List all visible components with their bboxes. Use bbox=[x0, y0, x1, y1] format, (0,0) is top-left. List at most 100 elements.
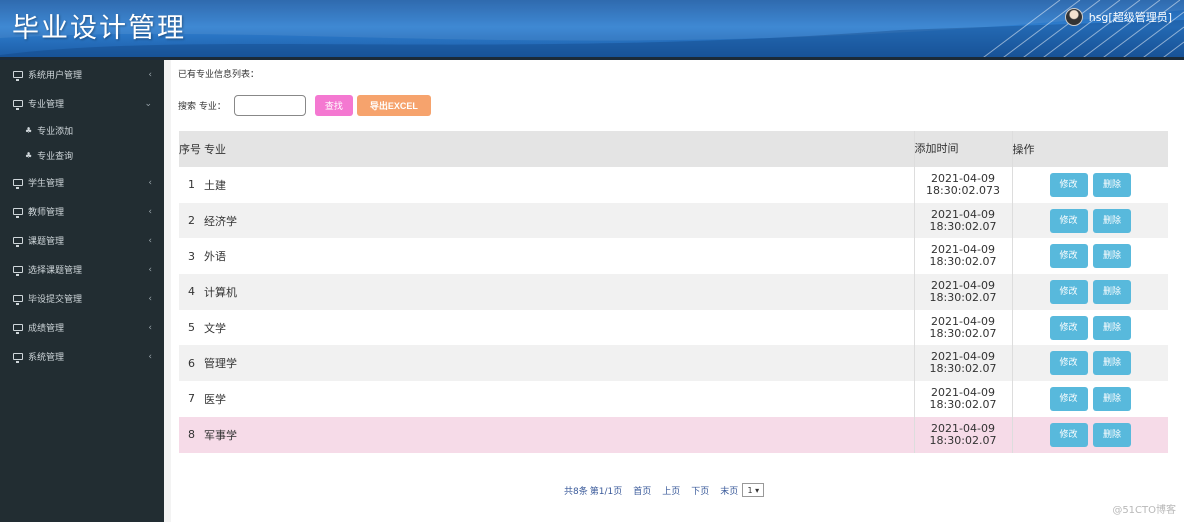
sidebar-item-submissions[interactable]: 毕设提交管理 ‹ bbox=[0, 284, 164, 313]
delete-button[interactable]: 删除 bbox=[1093, 386, 1131, 411]
row-added-time: 2021-04-09 18:30:02.07 bbox=[913, 238, 1012, 275]
row-added-time: 2021-04-09 18:30:02.07 bbox=[913, 381, 1012, 417]
sidebar-item-label: 选择课题管理 bbox=[28, 266, 83, 276]
row-actions: 修改 删除 bbox=[1011, 416, 1168, 453]
row-index: 3 bbox=[179, 238, 204, 275]
edit-button[interactable]: 修改 bbox=[1049, 422, 1088, 447]
pagination: 共8条 第1/1页 首页 上页 下页 末页 1 ▾ bbox=[564, 483, 765, 497]
row-major: 管理学 bbox=[204, 345, 914, 382]
sidebar-subitem-major-query[interactable]: ♣ 专业查询 bbox=[0, 143, 164, 168]
edit-button[interactable]: 修改 bbox=[1049, 208, 1088, 233]
find-button[interactable]: 查找 bbox=[314, 94, 353, 116]
edit-button[interactable]: 修改 bbox=[1049, 351, 1088, 376]
row-actions: 修改 删除 bbox=[1011, 238, 1168, 275]
col-header-added-time: 添加时间 bbox=[913, 131, 1012, 167]
edit-button[interactable]: 修改 bbox=[1049, 386, 1088, 411]
row-time: 18:30:02.07 bbox=[929, 290, 997, 304]
row-major: 土建 bbox=[204, 167, 914, 203]
monitor-icon bbox=[13, 208, 23, 218]
export-excel-button[interactable]: 导出EXCEL bbox=[356, 94, 431, 116]
monitor-icon bbox=[13, 295, 23, 305]
edit-button[interactable]: 修改 bbox=[1049, 244, 1088, 269]
sidebar-item-major-management[interactable]: 专业管理 ⌄ bbox=[0, 89, 164, 118]
row-added-time: 2021-04-09 18:30:02.073 bbox=[913, 167, 1012, 203]
row-major: 军事学 bbox=[204, 416, 914, 453]
table-row: 2 经济学 2021-04-09 18:30:02.07 修改 删除 bbox=[179, 202, 1168, 239]
avatar bbox=[1064, 8, 1083, 26]
sidebar-item-label: 系统管理 bbox=[28, 353, 65, 363]
table-header-row: 序号 专业 添加时间 操作 bbox=[179, 131, 1168, 167]
table-row: 5 文学 2021-04-09 18:30:02.07 修改 删除 bbox=[179, 309, 1168, 346]
sidebar-item-teachers[interactable]: 教师管理 ‹ bbox=[0, 197, 164, 226]
pager-page: 第1/1页 bbox=[589, 486, 623, 497]
delete-button[interactable]: 删除 bbox=[1093, 172, 1131, 197]
chevron-left-icon: ‹ bbox=[148, 264, 152, 275]
delete-button[interactable]: 删除 bbox=[1093, 279, 1131, 304]
table-row: 6 管理学 2021-04-09 18:30:02.07 修改 删除 bbox=[179, 345, 1168, 382]
table-row: 1 土建 2021-04-09 18:30:02.073 修改 删除 bbox=[179, 167, 1168, 203]
row-index: 8 bbox=[179, 416, 204, 453]
row-major: 经济学 bbox=[204, 202, 914, 239]
edit-button[interactable]: 修改 bbox=[1049, 279, 1088, 304]
row-time: 18:30:02.07 bbox=[929, 219, 997, 233]
sidebar-item-students[interactable]: 学生管理 ‹ bbox=[0, 168, 164, 197]
edit-button[interactable]: 修改 bbox=[1049, 172, 1088, 197]
sidebar-item-label: 成绩管理 bbox=[28, 324, 65, 334]
sidebar-item-system[interactable]: 系统管理 ‹ bbox=[0, 342, 164, 371]
sidebar-subitem-major-add[interactable]: ♣ 专业添加 bbox=[0, 118, 164, 143]
chevron-left-icon: ‹ bbox=[148, 235, 152, 246]
chevron-down-icon: ⌄ bbox=[144, 98, 152, 109]
delete-button[interactable]: 删除 bbox=[1093, 315, 1131, 340]
row-actions: 修改 删除 bbox=[1011, 309, 1168, 346]
row-major: 医学 bbox=[204, 381, 914, 417]
delete-button[interactable]: 删除 bbox=[1093, 244, 1131, 269]
app-title: 毕业设计管理 bbox=[12, 13, 186, 44]
page-select[interactable]: 1 ▾ bbox=[742, 483, 765, 497]
row-added-time: 2021-04-09 18:30:02.07 bbox=[913, 202, 1012, 239]
sidebar-item-topics[interactable]: 课题管理 ‹ bbox=[0, 226, 164, 255]
edit-button[interactable]: 修改 bbox=[1049, 315, 1088, 340]
chevron-left-icon: ‹ bbox=[148, 293, 152, 304]
table-row: 8 军事学 2021-04-09 18:30:02.07 修改 删除 bbox=[179, 416, 1168, 453]
row-index: 5 bbox=[179, 309, 204, 346]
monitor-icon bbox=[13, 179, 23, 189]
row-major: 计算机 bbox=[204, 274, 914, 310]
col-header-major: 专业 bbox=[204, 131, 914, 167]
sidebar-item-system-users[interactable]: 系统用户管理 ‹ bbox=[0, 60, 164, 89]
row-index: 4 bbox=[179, 274, 204, 310]
delete-button[interactable]: 删除 bbox=[1093, 208, 1131, 233]
chevron-left-icon: ‹ bbox=[148, 351, 152, 362]
row-added-time: 2021-04-09 18:30:02.07 bbox=[913, 416, 1012, 453]
sidebar-item-grades[interactable]: 成绩管理 ‹ bbox=[0, 313, 164, 342]
pager-first-link[interactable]: 首页 bbox=[633, 484, 651, 497]
row-time: 18:30:02.07 bbox=[929, 397, 997, 411]
pager-last-link[interactable]: 末页 bbox=[720, 484, 738, 497]
chevron-left-icon: ‹ bbox=[148, 69, 152, 80]
monitor-icon bbox=[13, 237, 23, 247]
sidebar-item-label: 课题管理 bbox=[28, 237, 65, 247]
row-major: 外语 bbox=[204, 238, 914, 275]
sidebar-item-label: 学生管理 bbox=[28, 179, 65, 189]
sidebar-item-label: 教师管理 bbox=[28, 208, 65, 218]
monitor-icon bbox=[13, 324, 23, 334]
table-row: 4 计算机 2021-04-09 18:30:02.07 修改 删除 bbox=[179, 274, 1168, 310]
row-actions: 修改 删除 bbox=[1011, 274, 1168, 310]
sidebar-item-label: 毕设提交管理 bbox=[28, 295, 83, 305]
user-label: hsg[超级管理员] bbox=[1088, 11, 1172, 24]
pager-next-link[interactable]: 下页 bbox=[691, 484, 709, 497]
pager-total: 共8条 bbox=[564, 486, 588, 497]
row-added-time: 2021-04-09 18:30:02.07 bbox=[913, 274, 1012, 310]
monitor-icon bbox=[13, 353, 23, 363]
user-menu[interactable]: hsg[超级管理员] bbox=[1064, 8, 1172, 26]
delete-button[interactable]: 删除 bbox=[1093, 422, 1131, 447]
monitor-icon bbox=[13, 71, 23, 81]
row-time: 18:30:02.07 bbox=[929, 433, 997, 447]
row-index: 7 bbox=[179, 381, 204, 417]
sidebar-item-topic-selection[interactable]: 选择课题管理 ‹ bbox=[0, 255, 164, 284]
sidebar-subitem-label: 专业查询 bbox=[37, 152, 74, 162]
table-row: 7 医学 2021-04-09 18:30:02.07 修改 删除 bbox=[179, 381, 1168, 417]
sidebar-subitem-label: 专业添加 bbox=[37, 127, 74, 137]
pager-prev-link[interactable]: 上页 bbox=[662, 484, 680, 497]
major-search-input[interactable] bbox=[233, 94, 306, 116]
delete-button[interactable]: 删除 bbox=[1093, 351, 1131, 376]
